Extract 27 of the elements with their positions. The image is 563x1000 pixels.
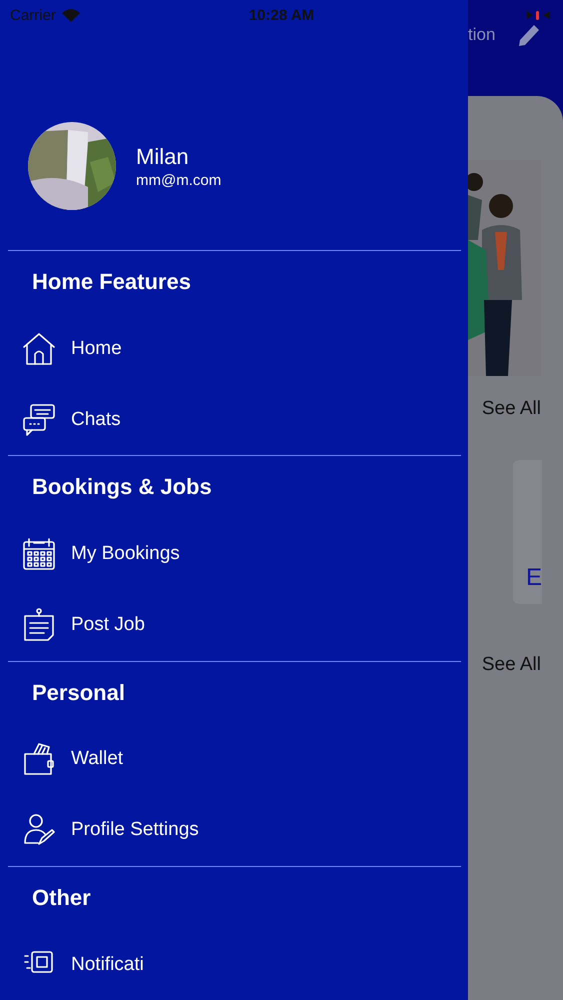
clipboard-icon <box>22 608 56 642</box>
see-all-link[interactable]: See All <box>482 398 541 420</box>
wifi-icon <box>60 8 81 22</box>
menu-item[interactable]: Chats <box>0 384 468 456</box>
user-pencil-icon <box>22 813 56 848</box>
calendar-icon <box>22 537 56 572</box>
user-email: mm@m.com <box>136 172 222 188</box>
pencil-icon[interactable] <box>517 22 541 48</box>
menu-item[interactable]: Profile Settings <box>0 794 468 866</box>
menu-item[interactable]: Post Job <box>0 590 468 660</box>
menu-item[interactable]: Home <box>0 313 468 384</box>
section-heading: Home Features <box>31 268 192 296</box>
menu-item[interactable]: My Bookings <box>0 518 468 590</box>
menu-item[interactable]: Wallet <box>0 724 468 795</box>
house-icon <box>22 332 56 366</box>
wallet-icon <box>22 742 56 776</box>
user-name: Milan <box>136 144 190 170</box>
see-all-link[interactable]: See All <box>482 654 541 676</box>
header-title: tion <box>468 25 496 45</box>
category-card[interactable]: E <box>513 460 542 604</box>
menu-item[interactable]: Notificati <box>0 929 468 1000</box>
status-time: 10:28 AM <box>248 6 314 24</box>
section-heading: Personal <box>31 678 126 707</box>
section-heading: Bookings & Jobs <box>31 473 213 502</box>
chat-bubbles-icon <box>22 402 56 437</box>
carrier-label: Carrier <box>10 6 56 24</box>
section-heading: Other <box>31 884 92 912</box>
